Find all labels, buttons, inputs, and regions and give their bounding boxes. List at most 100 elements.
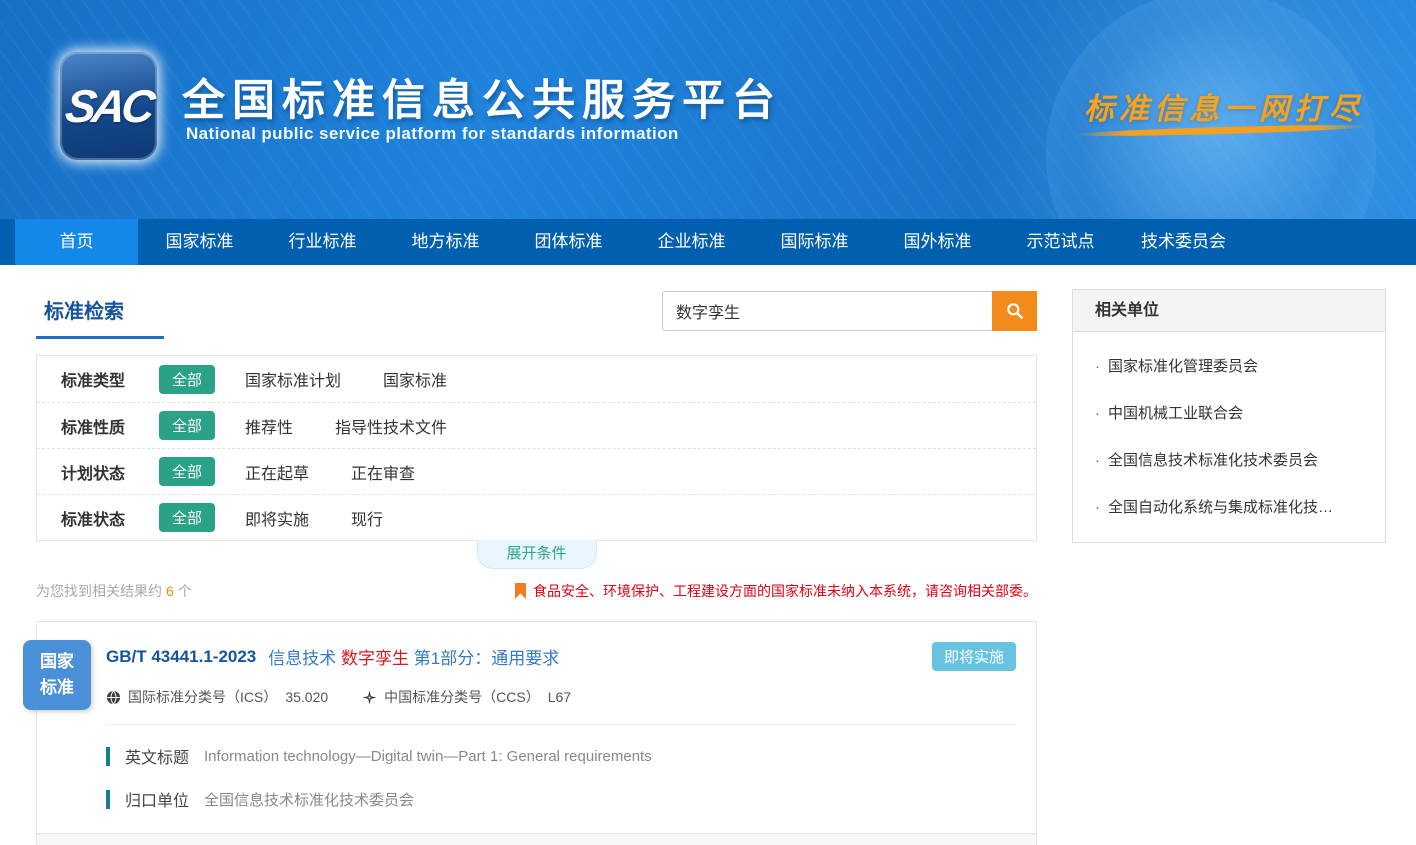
detail-label: 归口单位 — [125, 787, 189, 811]
detail-row-english-title: 英文标题 Information technology—Digital twin… — [37, 744, 1036, 768]
list-bullet: · — [1095, 358, 1100, 375]
filter-option[interactable]: 现行 — [351, 506, 383, 530]
filter-panel: 标准类型 全部 国家标准计划 国家标准 标准性质 全部 推荐性 指导性技术文件 … — [36, 355, 1037, 541]
ics-label: 国际标准分类号（ICS） — [128, 687, 277, 707]
title-part1: 信息技术 — [268, 649, 336, 668]
related-units-panel: 相关单位 · 国家标准化管理委员会 · 中国机械工业联合会 · 全国信息技术标准化技术… — [1072, 289, 1386, 543]
nav-item-local-standards[interactable]: 地方标准 — [384, 219, 507, 265]
detail-label: 英文标题 — [125, 744, 189, 768]
standard-result-card: 国家 标准 GB/T 43441.1-2023 信息技术 数字孪生 第1部分：通… — [36, 621, 1037, 845]
filter-option[interactable]: 正在审查 — [351, 460, 415, 484]
nav-item-group-standards[interactable]: 团体标准 — [507, 219, 630, 265]
ccs-value: L67 — [548, 689, 571, 705]
standard-code-link[interactable]: GB/T 43441.1-2023 — [106, 647, 256, 667]
committee-value: 全国信息技术标准化技术委员会 — [204, 789, 414, 810]
title-part2: 第1部分：通用要求 — [414, 649, 559, 668]
compass-icon — [362, 690, 377, 705]
card-header: GB/T 43441.1-2023 信息技术 数字孪生 第1部分：通用要求 即将… — [37, 622, 1036, 671]
filter-all-button[interactable]: 全部 — [159, 411, 215, 440]
results-count-suffix: 个 — [178, 583, 192, 599]
results-count: 为您找到相关结果约6个 — [36, 581, 192, 601]
bookmark-icon — [515, 583, 526, 599]
filter-label: 计划状态 — [61, 460, 159, 484]
related-unit-link[interactable]: · 全国自动化系统与集成标准化技… — [1073, 483, 1385, 530]
filter-all-button[interactable]: 全部 — [159, 457, 215, 486]
search-bar — [662, 291, 1037, 331]
system-notice: 食品安全、环境保护、工程建设方面的国家标准未纳入本系统，请咨询相关部委。 — [515, 581, 1037, 601]
related-units-title: 相关单位 — [1073, 290, 1385, 332]
content-area: 标准检索 标准类型 全部 国家标准计划 — [0, 265, 1416, 845]
nav-item-home[interactable]: 首页 — [15, 219, 138, 265]
filter-all-button[interactable]: 全部 — [159, 503, 215, 532]
expand-conditions-button[interactable]: 展开条件 — [477, 540, 597, 569]
ccs-label: 中国标准分类号（CCS） — [384, 687, 540, 707]
related-unit-label: 中国机械工业联合会 — [1108, 405, 1243, 422]
detail-bar — [106, 747, 110, 766]
detail-row-committee: 归口单位 全国信息技术标准化技术委员会 — [37, 787, 1036, 811]
nav-item-industry-standards[interactable]: 行业标准 — [261, 219, 384, 265]
filter-option[interactable]: 指导性技术文件 — [335, 414, 447, 438]
site-slogan: 标准信息一网打尽 — [1084, 84, 1364, 128]
site-header: SAC 全国标准信息公共服务平台 National public service… — [0, 0, 1416, 219]
nav-item-national-standards[interactable]: 国家标准 — [138, 219, 261, 265]
list-bullet: · — [1095, 499, 1100, 516]
classification-row: 国际标准分类号（ICS） 35.020 中国标准分类号（CCS） L67 — [37, 671, 1036, 707]
related-unit-label: 国家标准化管理委员会 — [1108, 358, 1258, 375]
related-unit-link[interactable]: · 国家标准化管理委员会 — [1073, 342, 1385, 389]
results-count-prefix: 为您找到相关结果约 — [36, 583, 162, 599]
filter-option[interactable]: 推荐性 — [245, 414, 293, 438]
filter-option[interactable]: 国家标准 — [383, 367, 447, 391]
main-column: 标准检索 标准类型 全部 国家标准计划 — [36, 289, 1037, 845]
results-info-row: 为您找到相关结果约6个 食品安全、环境保护、工程建设方面的国家标准未纳入本系统，… — [36, 581, 1037, 601]
site-subtitle: National public service platform for sta… — [186, 124, 679, 144]
notice-text: 食品安全、环境保护、工程建设方面的国家标准未纳入本系统，请咨询相关部委。 — [533, 581, 1037, 601]
nav-item-international-standards[interactable]: 国际标准 — [753, 219, 876, 265]
search-button[interactable] — [992, 291, 1037, 331]
related-unit-link[interactable]: · 中国机械工业联合会 — [1073, 389, 1385, 436]
globe-icon — [106, 690, 121, 705]
nav-item-technical-committee[interactable]: 技术委员会 — [1122, 219, 1245, 265]
tab-standard-search[interactable]: 标准检索 — [44, 295, 124, 324]
nav-item-pilot[interactable]: 示范试点 — [999, 219, 1122, 265]
title-highlight: 数字孪生 — [341, 649, 409, 668]
list-bullet: · — [1095, 405, 1100, 422]
nav-item-foreign-standards[interactable]: 国外标准 — [876, 219, 999, 265]
filter-row-standard-nature: 标准性质 全部 推荐性 指导性技术文件 — [37, 402, 1036, 448]
filter-label: 标准类型 — [61, 367, 159, 391]
related-unit-link[interactable]: · 全国信息技术标准化技术委员会 — [1073, 436, 1385, 483]
site-title: 全国标准信息公共服务平台 — [182, 66, 782, 128]
status-badge: 即将实施 — [932, 642, 1016, 671]
search-section: 标准检索 — [36, 289, 1037, 355]
main-nav: 首页 国家标准 行业标准 地方标准 团体标准 企业标准 国际标准 国外标准 示范… — [0, 219, 1416, 265]
related-unit-label: 全国信息技术标准化技术委员会 — [1108, 452, 1318, 469]
sac-logo[interactable]: SAC — [60, 52, 157, 160]
magnifier-icon — [1005, 301, 1025, 321]
filter-all-button[interactable]: 全部 — [159, 365, 215, 394]
tab-active-indicator — [36, 336, 164, 339]
standard-type-badge: 国家 标准 — [23, 640, 91, 710]
filter-option[interactable]: 国家标准计划 — [245, 367, 341, 391]
english-title-value: Information technology—Digital twin—Part… — [204, 748, 652, 765]
ics-value: 35.020 — [285, 689, 328, 705]
standard-title-link[interactable]: 信息技术 数字孪生 第1部分：通用要求 — [268, 644, 559, 669]
related-units-list: · 国家标准化管理委员会 · 中国机械工业联合会 · 全国信息技术标准化技术委员会 ·… — [1073, 332, 1385, 542]
filter-option[interactable]: 即将实施 — [245, 506, 309, 530]
results-count-number: 6 — [162, 583, 178, 599]
search-input[interactable] — [662, 291, 992, 331]
filter-label: 标准状态 — [61, 506, 159, 530]
sac-logo-text: SAC — [62, 79, 155, 133]
sidebar-column: 相关单位 · 国家标准化管理委员会 · 中国机械工业联合会 · 全国信息技术标准化技术… — [1072, 289, 1386, 543]
filter-row-standard-type: 标准类型 全部 国家标准计划 国家标准 — [37, 356, 1036, 402]
filter-option[interactable]: 正在起草 — [245, 460, 309, 484]
nav-item-enterprise-standards[interactable]: 企业标准 — [630, 219, 753, 265]
detail-bar — [106, 790, 110, 809]
list-bullet: · — [1095, 452, 1100, 469]
card-footer: 发布于 2023-11-27 实施于 2024-06-01 — [37, 833, 1036, 845]
card-divider — [106, 724, 1016, 725]
filter-row-plan-status: 计划状态 全部 正在起草 正在审查 — [37, 448, 1036, 494]
badge-line2: 标准 — [40, 675, 74, 701]
filter-label: 标准性质 — [61, 414, 159, 438]
filter-row-standard-status: 标准状态 全部 即将实施 现行 — [37, 494, 1036, 540]
related-unit-label: 全国自动化系统与集成标准化技… — [1108, 499, 1333, 516]
badge-line1: 国家 — [40, 649, 74, 675]
